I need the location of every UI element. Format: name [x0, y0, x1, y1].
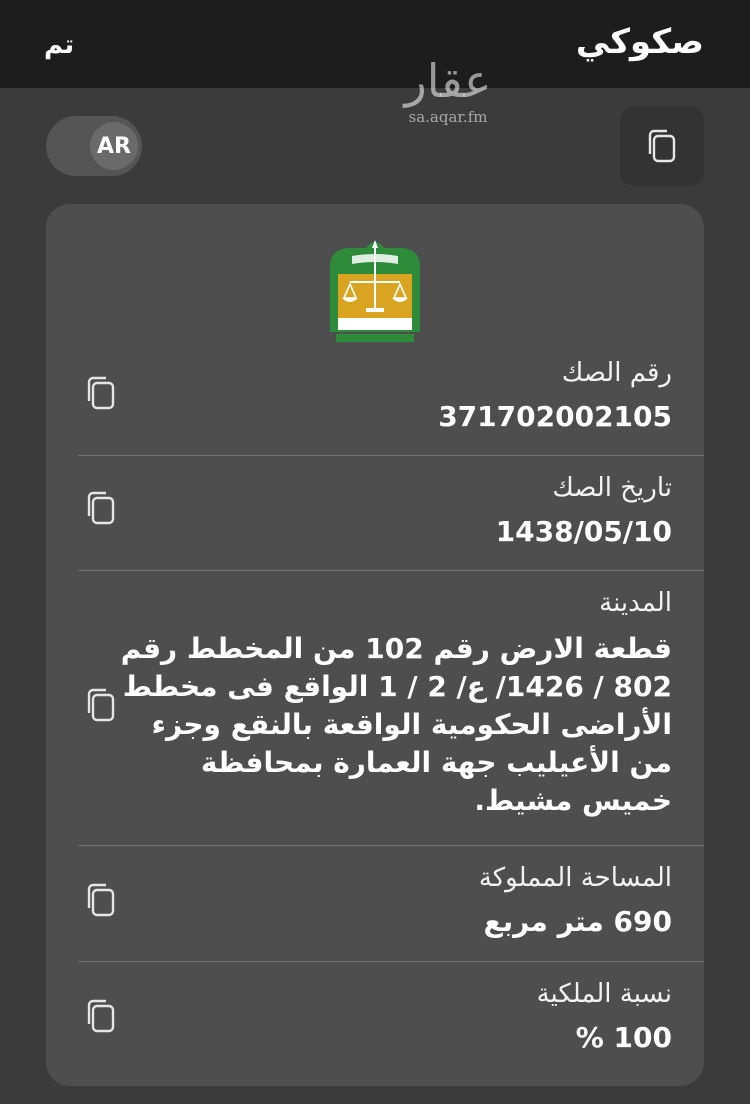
field-label: تاريخ الصك	[552, 473, 672, 503]
copy-icon[interactable]	[84, 997, 122, 1039]
field-label: رقم الصك	[561, 358, 672, 388]
field-value-line: من الأعيليب جهة العمارة بمحافظة	[200, 746, 672, 779]
copy-icon[interactable]	[84, 686, 122, 728]
field-value: 371702002105	[438, 400, 672, 433]
copy-all-button[interactable]	[620, 106, 704, 186]
copy-icon[interactable]	[84, 489, 122, 531]
field-label: نسبة الملكية	[536, 979, 672, 1009]
field-value: 690 متر مربع	[483, 905, 672, 938]
done-button[interactable]: تم	[44, 30, 74, 60]
field-owned-area: المساحة المملوكة 690 متر مربع	[46, 859, 704, 959]
field-ownership-ratio: نسبة الملكية 100 %	[46, 975, 704, 1075]
divider	[78, 845, 704, 846]
watermark-sub: sa.aqar.fm	[408, 108, 488, 126]
copy-icon	[645, 127, 679, 165]
deed-card: رقم الصك 371702002105 تاريخ الصك 1438/05…	[46, 204, 704, 1086]
language-toggle-knob: AR	[90, 122, 138, 170]
field-label: المساحة المملوكة	[478, 863, 672, 893]
watermark-main: عقار	[404, 54, 492, 108]
field-deed-date: تاريخ الصك 1438/05/10	[46, 469, 704, 569]
page-title: صكوكي	[575, 22, 704, 62]
field-value-line: خميس مشيط.	[474, 784, 672, 817]
ministry-of-justice-logo	[322, 234, 428, 344]
field-value-line: 802 / 1426/ ع/ 2 / 1 الواقع فى مخطط	[122, 670, 672, 703]
copy-icon[interactable]	[84, 881, 122, 923]
field-city: المدينة قطعة الارض رقم 102 من المخطط رقم…	[46, 584, 704, 834]
field-value-multiline: قطعة الارض رقم 102 من المخطط رقم 802 / 1…	[112, 630, 672, 820]
copy-icon[interactable]	[84, 374, 122, 416]
divider	[78, 961, 704, 962]
field-value: 100 %	[575, 1021, 672, 1054]
field-label: المدينة	[599, 588, 672, 618]
aqar-watermark: عقار sa.aqar.fm	[388, 58, 508, 132]
top-bar: تم صكوكي	[0, 0, 750, 88]
field-value-line: الأراضى الحكومية الواقعة بالنقع وجزء	[151, 708, 672, 741]
language-toggle[interactable]: AR	[46, 116, 142, 176]
field-value-line: قطعة الارض رقم 102 من المخطط رقم	[120, 632, 672, 665]
divider	[78, 455, 704, 456]
field-value: 1438/05/10	[495, 515, 672, 548]
divider	[78, 570, 704, 571]
field-deed-number: رقم الصك 371702002105	[46, 354, 704, 454]
